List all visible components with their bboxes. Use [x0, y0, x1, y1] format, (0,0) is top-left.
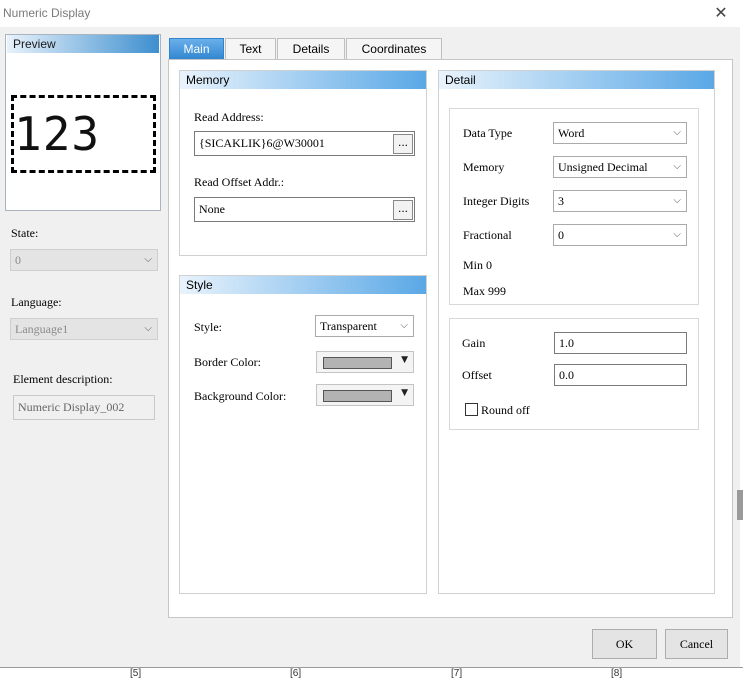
close-icon[interactable]: ✕ — [712, 4, 730, 22]
data-type-select[interactable]: Word ⌵ — [553, 122, 687, 144]
ok-button[interactable]: OK — [592, 629, 657, 659]
state-select: 0 ⌵ — [10, 249, 158, 271]
fractional-value: 0 — [558, 228, 564, 242]
background-color-label: Background Color: — [194, 389, 287, 403]
element-description-label: Element description: — [13, 372, 113, 386]
border-color-picker[interactable]: ▼ — [316, 351, 414, 373]
preview-numeric-display: 123 — [11, 95, 156, 173]
round-off-label: Round off — [481, 403, 530, 417]
chevron-down-icon: ⌵ — [144, 254, 152, 265]
chevron-down-icon: ⌵ — [144, 323, 152, 334]
offset-input[interactable]: 0.0 — [554, 364, 687, 386]
ruler-mark: [8] — [611, 668, 623, 679]
fractional-select[interactable]: 0 ⌵ — [553, 224, 687, 246]
language-select: Language1 ⌵ — [10, 318, 158, 340]
integer-digits-label: Integer Digits — [463, 194, 530, 208]
chevron-down-icon: ⌵ — [400, 320, 408, 331]
read-address-value: {SICAKLIK}6@W30001 — [199, 136, 325, 150]
memory-format-value: Unsigned Decimal — [558, 160, 648, 174]
ruler-strip — [0, 667, 743, 679]
offset-label: Offset — [462, 368, 492, 382]
integer-digits-select[interactable]: 3 ⌵ — [553, 190, 687, 212]
border-color-label: Border Color: — [194, 355, 261, 369]
tab-main[interactable]: Main — [169, 38, 224, 60]
detail-header: Detail — [439, 71, 714, 89]
max-value-text: Max 999 — [463, 284, 506, 298]
round-off-checkbox[interactable] — [465, 403, 478, 416]
window-title: Numeric Display — [3, 6, 91, 20]
chevron-down-icon: ⌵ — [673, 195, 681, 206]
preview-header: Preview — [7, 35, 159, 53]
read-address-browse-button[interactable]: ... — [393, 134, 413, 154]
data-type-label: Data Type — [463, 126, 513, 140]
style-value: Transparent — [320, 319, 377, 333]
data-type-value: Word — [558, 126, 585, 140]
state-label: State: — [11, 226, 39, 240]
border-color-swatch — [323, 357, 392, 369]
state-value: 0 — [15, 253, 21, 267]
language-value: Language1 — [15, 322, 69, 336]
language-label: Language: — [11, 295, 62, 309]
memory-format-select[interactable]: Unsigned Decimal ⌵ — [553, 156, 687, 178]
ruler-mark: [6] — [290, 668, 302, 679]
title-bar — [0, 0, 743, 27]
read-offset-label: Read Offset Addr.: — [194, 175, 285, 189]
min-value-text: Min 0 — [463, 258, 493, 272]
gain-value: 1.0 — [559, 336, 574, 350]
integer-digits-value: 3 — [558, 194, 564, 208]
read-address-label: Read Address: — [194, 110, 264, 124]
chevron-down-icon: ⌵ — [673, 127, 681, 138]
read-offset-input[interactable]: None — [194, 197, 415, 222]
ruler-mark: [7] — [451, 668, 463, 679]
gain-label: Gain — [462, 336, 486, 350]
ruler-mark: [5] — [130, 668, 142, 679]
tab-coordinates[interactable]: Coordinates — [346, 38, 442, 60]
tab-details[interactable]: Details — [277, 38, 345, 60]
tab-text[interactable]: Text — [225, 38, 276, 60]
cancel-button[interactable]: Cancel — [665, 629, 728, 659]
read-offset-browse-button[interactable]: ... — [393, 200, 413, 220]
triangle-down-icon: ▼ — [401, 388, 408, 398]
chevron-down-icon: ⌵ — [673, 161, 681, 172]
read-offset-value: None — [199, 202, 225, 216]
offset-value: 0.0 — [559, 368, 574, 382]
memory-format-label: Memory — [463, 160, 505, 174]
read-address-input[interactable]: {SICAKLIK}6@W30001 — [194, 131, 415, 156]
element-description-field[interactable]: Numeric Display_002 — [13, 395, 155, 420]
memory-group — [179, 70, 427, 256]
fractional-label: Fractional — [463, 228, 512, 242]
resize-handle[interactable] — [737, 490, 743, 520]
style-select[interactable]: Transparent ⌵ — [315, 315, 414, 337]
memory-header: Memory — [180, 71, 426, 89]
chevron-down-icon: ⌵ — [673, 229, 681, 240]
background-color-swatch — [323, 390, 392, 402]
style-header: Style — [180, 276, 426, 294]
style-label: Style: — [194, 320, 223, 334]
background-color-picker[interactable]: ▼ — [316, 384, 414, 406]
triangle-down-icon: ▼ — [401, 355, 408, 365]
gain-input[interactable]: 1.0 — [554, 332, 687, 354]
